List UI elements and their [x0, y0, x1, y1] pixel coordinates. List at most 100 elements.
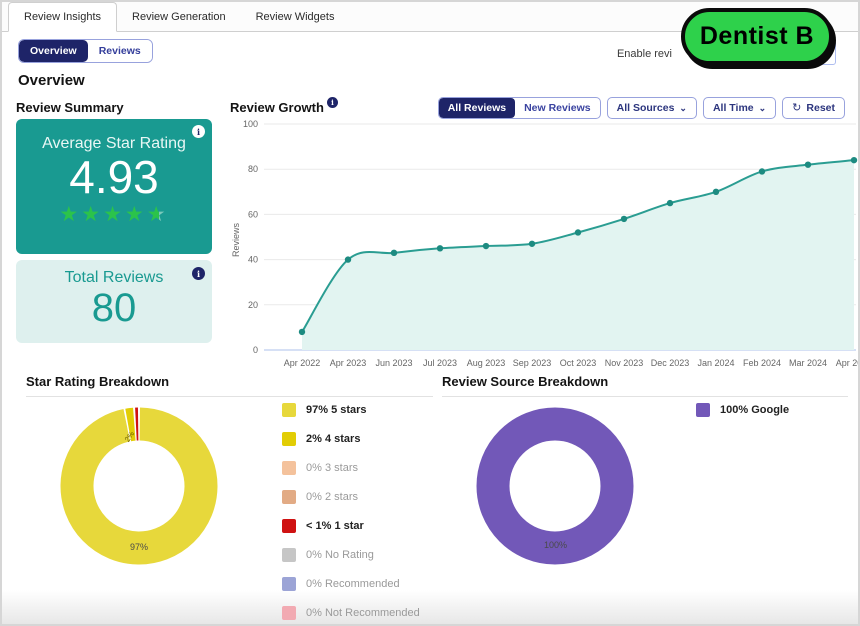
review-dashboard: Review Insights Review Generation Review…	[0, 0, 860, 626]
legend-swatch	[282, 461, 296, 475]
donut-value-label: 97%	[130, 542, 148, 552]
legend-item-no-rating[interactable]: 0% No Rating	[282, 548, 420, 562]
svg-text:100: 100	[243, 119, 258, 129]
legend-label: 0% Not Recommended	[306, 607, 420, 619]
tab-review-widgets[interactable]: Review Widgets	[241, 3, 350, 31]
data-point[interactable]	[805, 161, 811, 167]
chart-filters: All Reviews New Reviews All Sources ⌄ Al…	[438, 97, 845, 119]
all-time-label: All Time	[713, 102, 754, 114]
legend-swatch	[282, 432, 296, 446]
total-reviews-value: 80	[16, 287, 212, 329]
reset-icon: ↻	[792, 103, 801, 114]
total-reviews-card: i Total Reviews 80	[16, 260, 212, 343]
average-rating-value: 4.93	[16, 153, 212, 201]
legend-swatch	[282, 490, 296, 504]
legend-item-not-recommended[interactable]: 0% Not Recommended	[282, 606, 420, 620]
legend-swatch	[282, 577, 296, 591]
toggle-overview[interactable]: Overview	[19, 40, 88, 62]
legend-item-4-stars[interactable]: 2% 4 stars	[282, 432, 420, 446]
svg-text:Feb 2024: Feb 2024	[743, 358, 781, 368]
svg-text:Nov 2023: Nov 2023	[605, 358, 644, 368]
tab-review-insights[interactable]: Review Insights	[8, 2, 117, 32]
dentist-b-badge: Dentist B	[681, 8, 833, 65]
svg-text:Sep 2023: Sep 2023	[513, 358, 552, 368]
legend-label: 97% 5 stars	[306, 404, 367, 416]
reset-button[interactable]: ↻ Reset	[782, 97, 845, 119]
legend-label: 0% No Rating	[306, 549, 374, 561]
data-point[interactable]	[345, 256, 351, 262]
data-point[interactable]	[391, 250, 397, 256]
star-breakdown-title: Star Rating Breakdown	[26, 374, 433, 397]
info-icon[interactable]: i	[327, 97, 338, 108]
view-toggle: Overview Reviews	[18, 39, 153, 63]
svg-text:Apr 2024: Apr 2024	[836, 358, 858, 368]
legend-swatch	[282, 403, 296, 417]
data-point[interactable]	[713, 189, 719, 195]
data-point[interactable]	[299, 329, 305, 335]
toggle-reviews[interactable]: Reviews	[88, 40, 152, 62]
legend-label: 0% 2 stars	[306, 491, 358, 503]
legend-label: 100% Google	[720, 404, 789, 416]
legend-item-2-stars[interactable]: 0% 2 stars	[282, 490, 420, 504]
legend-item-google[interactable]: 100% Google	[696, 403, 789, 417]
legend-item-recommended[interactable]: 0% Recommended	[282, 577, 420, 591]
total-reviews-label: Total Reviews	[16, 269, 212, 287]
legend-label: < 1% 1 star	[306, 520, 364, 532]
star-rating-icons: ★★★★★	[16, 204, 212, 225]
legend-swatch	[282, 519, 296, 533]
all-sources-dropdown[interactable]: All Sources ⌄	[607, 97, 697, 119]
review-growth-chart[interactable]: 020406080100ReviewsApr 2022Apr 2023Jun 2…	[230, 118, 858, 374]
svg-text:Dec 2023: Dec 2023	[651, 358, 690, 368]
svg-text:Jun 2023: Jun 2023	[375, 358, 412, 368]
bottom-fade	[2, 590, 858, 624]
legend-label: 2% 4 stars	[306, 433, 360, 445]
svg-text:Apr 2022: Apr 2022	[284, 358, 321, 368]
chevron-down-icon: ⌄	[759, 104, 767, 113]
legend-item-5-stars[interactable]: 97% 5 stars	[282, 403, 420, 417]
svg-text:Mar 2024: Mar 2024	[789, 358, 827, 368]
svg-text:Oct 2023: Oct 2023	[560, 358, 597, 368]
data-point[interactable]	[851, 157, 857, 163]
source-breakdown-donut[interactable]: 100%	[470, 401, 640, 571]
all-time-dropdown[interactable]: All Time ⌄	[703, 97, 776, 119]
legend-label: 0% 3 stars	[306, 462, 358, 474]
svg-text:40: 40	[248, 255, 258, 265]
donut-slice-5-stars[interactable]	[76, 423, 202, 549]
data-point[interactable]	[483, 243, 489, 249]
svg-text:60: 60	[248, 209, 258, 219]
enable-reviews-label: Enable revi	[617, 48, 672, 60]
info-icon[interactable]: i	[192, 125, 205, 138]
data-point[interactable]	[529, 241, 535, 247]
source-breakdown-legend: 100% Google	[696, 403, 789, 432]
donut-value-label: 100%	[544, 540, 567, 550]
chevron-down-icon: ⌄	[679, 104, 687, 113]
data-point[interactable]	[621, 216, 627, 222]
review-growth-title-text: Review Growth	[230, 100, 324, 115]
reviews-filter-segmented: All Reviews New Reviews	[438, 97, 601, 119]
legend-swatch	[282, 606, 296, 620]
filter-new-reviews[interactable]: New Reviews	[515, 98, 600, 118]
data-point[interactable]	[667, 200, 673, 206]
data-point[interactable]	[759, 168, 765, 174]
page-title: Overview	[18, 72, 85, 89]
review-summary-title: Review Summary	[16, 100, 124, 115]
data-point[interactable]	[575, 229, 581, 235]
svg-text:Reviews: Reviews	[231, 222, 241, 257]
tab-review-generation[interactable]: Review Generation	[117, 3, 241, 31]
star-breakdown-legend: 97% 5 stars 2% 4 stars 0% 3 stars 0% 2 star…	[282, 403, 420, 626]
half-star-icon: ★	[147, 203, 169, 226]
svg-text:0: 0	[253, 345, 258, 355]
filter-all-reviews[interactable]: All Reviews	[439, 98, 515, 118]
svg-text:80: 80	[248, 164, 258, 174]
data-point[interactable]	[437, 245, 443, 251]
info-icon[interactable]: i	[192, 267, 205, 280]
full-stars-icon: ★★★★	[59, 203, 146, 226]
svg-text:Apr 2023: Apr 2023	[330, 358, 367, 368]
average-rating-card: i Average Star Rating 4.93 ★★★★★	[16, 119, 212, 254]
donut-slice-google[interactable]	[493, 424, 617, 548]
legend-item-3-stars[interactable]: 0% 3 stars	[282, 461, 420, 475]
legend-item-1-star[interactable]: < 1% 1 star	[282, 519, 420, 533]
review-growth-title: Review Growth i	[230, 100, 338, 115]
source-breakdown-title: Review Source Breakdown	[442, 374, 848, 397]
star-breakdown-donut[interactable]: 97%2%	[54, 401, 224, 571]
